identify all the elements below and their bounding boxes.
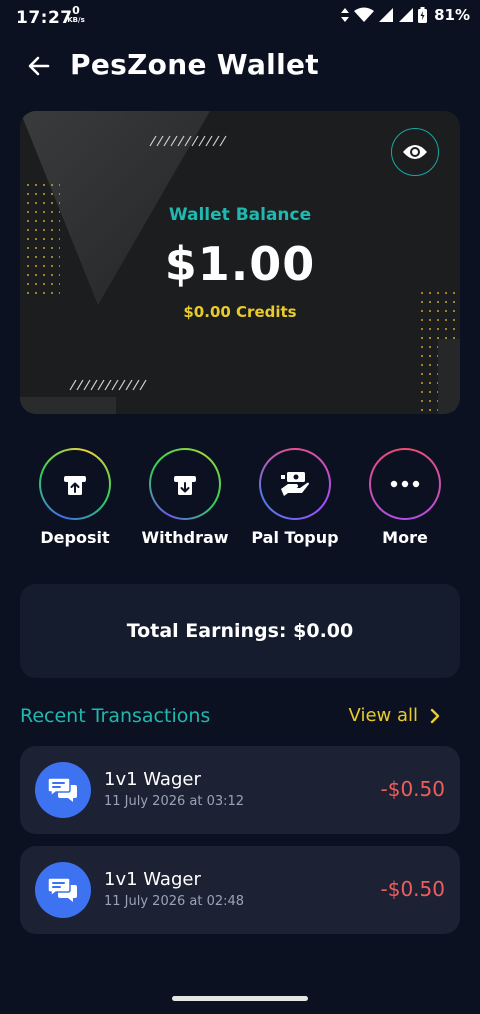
transaction-item[interactable]: 1v1 Wager 11 July 2026 at 03:12 -$0.50 (20, 746, 460, 834)
deposit-icon (64, 476, 86, 495)
signal-2-icon (399, 8, 414, 22)
wallet-balance-amount: $1.00 (164, 237, 316, 291)
wallet-credits: $0.00 Credits (183, 303, 297, 321)
home-indicator[interactable] (172, 996, 308, 1001)
network-speed-unit: KB/s (67, 16, 85, 24)
pal-topup-ring (259, 448, 331, 520)
recent-transactions-title: Recent Transactions (20, 705, 211, 727)
deposit-ring (39, 448, 111, 520)
network-speed-value: 0 (72, 4, 80, 17)
transaction-item[interactable]: 1v1 Wager 11 July 2026 at 02:48 -$0.50 (20, 846, 460, 934)
card-decoration-stripes-bottom (69, 379, 147, 391)
transaction-avatar (35, 762, 91, 818)
withdraw-label: Withdraw (141, 528, 229, 547)
deposit-label: Deposit (40, 528, 110, 547)
total-earnings-card: Total Earnings: $0.00 (20, 584, 460, 678)
more-label: More (382, 528, 428, 547)
status-bar: 17:27 0 KB/s 81% (0, 0, 480, 36)
card-decoration-stripes-top (149, 135, 227, 147)
pal-topup-button[interactable]: Pal Topup (240, 448, 350, 547)
transaction-title: 1v1 Wager (104, 769, 201, 790)
wifi-icon (354, 7, 375, 22)
battery-percent: 81% (434, 6, 470, 24)
signal-icon (379, 8, 394, 22)
money-transfer-icon (281, 472, 309, 496)
chevron-right-icon (430, 708, 440, 723)
wallet-balance-label: Wallet Balance (168, 205, 312, 225)
header: PesZone Wallet (0, 44, 480, 88)
card-decoration-block-right (438, 339, 460, 414)
data-arrows-icon (341, 8, 350, 22)
transaction-title: 1v1 Wager (104, 869, 201, 890)
card-decoration-block-bottom (20, 397, 116, 414)
eye-icon (403, 145, 427, 159)
more-button[interactable]: More (350, 448, 460, 547)
battery-icon (418, 7, 428, 23)
back-arrow-icon (28, 56, 50, 76)
chat-bubbles-icon (48, 777, 77, 802)
page-title: PesZone Wallet (70, 48, 319, 81)
withdraw-ring (149, 448, 221, 520)
more-dots-icon (390, 480, 420, 488)
deposit-button[interactable]: Deposit (20, 448, 130, 547)
more-ring (369, 448, 441, 520)
pal-topup-label: Pal Topup (251, 528, 339, 547)
chat-bubbles-icon (48, 877, 77, 902)
wallet-balance-card: Wallet Balance $1.00 $0.00 Credits (20, 111, 460, 414)
total-earnings-text: Total Earnings: $0.00 (126, 620, 354, 642)
transaction-avatar (35, 862, 91, 918)
withdraw-button[interactable]: Withdraw (130, 448, 240, 547)
withdraw-icon (174, 476, 196, 495)
status-icons: 81% (340, 6, 470, 24)
toggle-balance-visibility-button[interactable] (391, 128, 439, 176)
view-all-link[interactable]: View all (349, 705, 440, 726)
view-all-label: View all (348, 705, 418, 726)
network-speed: 0 KB/s (64, 4, 88, 25)
back-button[interactable] (26, 53, 54, 79)
transaction-date: 11 July 2026 at 02:48 (104, 894, 245, 909)
quick-actions: Deposit Withdraw Pal Topup More (0, 448, 480, 558)
transaction-date: 11 July 2026 at 03:12 (104, 794, 245, 809)
transaction-amount: -$0.50 (380, 777, 445, 801)
transaction-amount: -$0.50 (380, 877, 445, 901)
